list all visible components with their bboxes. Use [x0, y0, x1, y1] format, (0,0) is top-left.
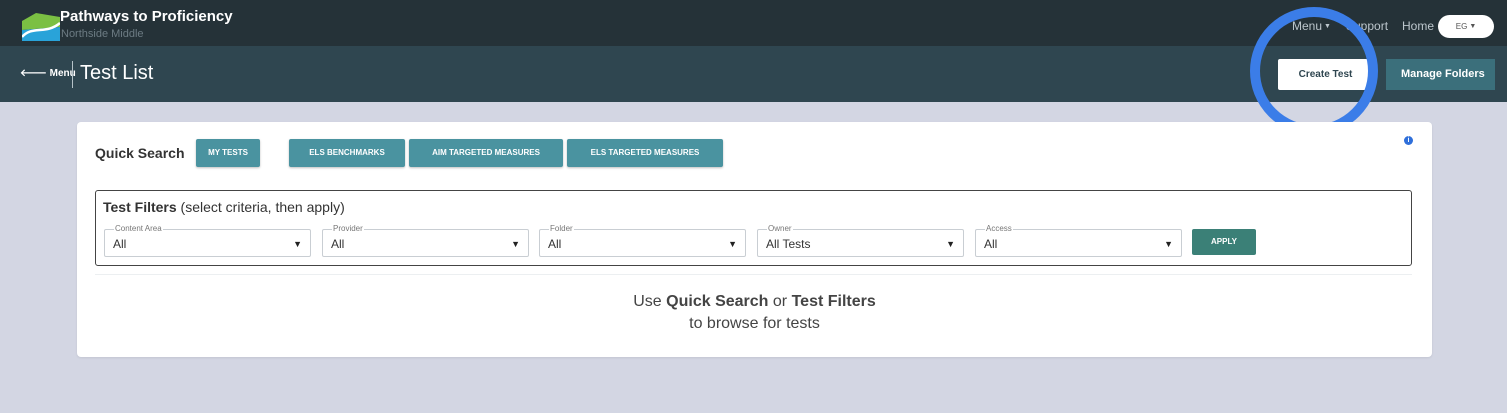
apply-filters-button[interactable]: APPLY	[1192, 229, 1256, 255]
nav-menu-label: Menu	[1292, 19, 1323, 33]
pathways-logo-icon	[22, 13, 60, 41]
empty-state-line-2: to browse for tests	[689, 315, 820, 332]
provider-label: Provider	[332, 224, 364, 234]
page-title: Test List	[80, 62, 154, 84]
nav-menu-dropdown[interactable]: Menu ▼	[1292, 19, 1331, 33]
caret-down-icon: ▼	[293, 239, 302, 249]
access-select[interactable]: Access All ▼	[975, 224, 1182, 257]
quick-search-els-targeted-measures[interactable]: ELS TARGETED MEASURES	[567, 139, 723, 167]
empty-test-filters: Test Filters	[791, 293, 876, 310]
empty-or: or	[772, 293, 788, 310]
empty-state-message: Use Quick Search or Test Filters to brow…	[77, 291, 1432, 335]
empty-state-line-1: Use Quick Search or Test Filters	[77, 291, 1432, 313]
content-area-value: All	[113, 237, 127, 251]
quick-search-label: Quick Search	[95, 145, 185, 161]
owner-select[interactable]: Owner All Tests ▼	[757, 224, 964, 257]
arrow-left-icon: 🡐	[20, 68, 47, 79]
caret-down-icon: ▼	[946, 239, 955, 249]
user-menu-button[interactable]: EG ▼	[1438, 15, 1494, 38]
back-menu-button[interactable]: 🡐 Menu	[20, 67, 76, 79]
caret-down-icon: ▼	[511, 239, 520, 249]
provider-select[interactable]: Provider All ▼	[322, 224, 529, 257]
info-icon[interactable]: i	[1404, 136, 1413, 145]
test-filters-title: Test Filters (select criteria, then appl…	[103, 199, 345, 215]
access-value: All	[984, 237, 998, 251]
access-label: Access	[985, 224, 1013, 234]
caret-down-icon: ▼	[1469, 23, 1477, 31]
folder-label: Folder	[549, 224, 574, 234]
header-divider	[72, 61, 73, 88]
test-filters-heading: Test Filters	[103, 199, 177, 215]
test-filters-panel: Test Filters (select criteria, then appl…	[95, 190, 1412, 266]
quick-search-els-benchmarks[interactable]: ELS BENCHMARKS	[289, 139, 405, 167]
caret-down-icon: ▼	[1324, 23, 1331, 31]
quick-search-aim-targeted-measures[interactable]: AIM TARGETED MEASURES	[409, 139, 563, 167]
page-header: 🡐 Menu Test List Create Test Manage Fold…	[0, 46, 1507, 102]
owner-value: All Tests	[766, 237, 811, 251]
quick-search-my-tests[interactable]: MY TESTS	[196, 139, 260, 167]
create-test-button[interactable]: Create Test	[1278, 59, 1373, 90]
caret-down-icon: ▼	[728, 239, 737, 249]
empty-use: Use	[633, 293, 662, 310]
empty-quick-search: Quick Search	[666, 293, 769, 310]
content-area-label: Content Area	[114, 224, 163, 234]
manage-folders-button[interactable]: Manage Folders	[1386, 59, 1495, 90]
nav-support-link[interactable]: Support	[1346, 19, 1388, 33]
nav-home-link[interactable]: Home	[1402, 19, 1434, 33]
content-area-select[interactable]: Content Area All ▼	[104, 224, 311, 257]
test-filters-hint: (select criteria, then apply)	[180, 199, 345, 215]
school-name: Northside Middle	[61, 28, 144, 40]
app-title[interactable]: Pathways to Proficiency	[60, 8, 233, 25]
user-initials: EG	[1455, 22, 1468, 31]
test-search-card: Quick Search MY TESTS ELS BENCHMARKS AIM…	[77, 122, 1432, 357]
top-navbar: Pathways to Proficiency Northside Middle…	[0, 0, 1507, 46]
caret-down-icon: ▼	[1164, 239, 1173, 249]
folder-select[interactable]: Folder All ▼	[539, 224, 746, 257]
folder-value: All	[548, 237, 562, 251]
results-divider	[95, 274, 1412, 275]
provider-value: All	[331, 237, 345, 251]
owner-label: Owner	[767, 224, 793, 234]
